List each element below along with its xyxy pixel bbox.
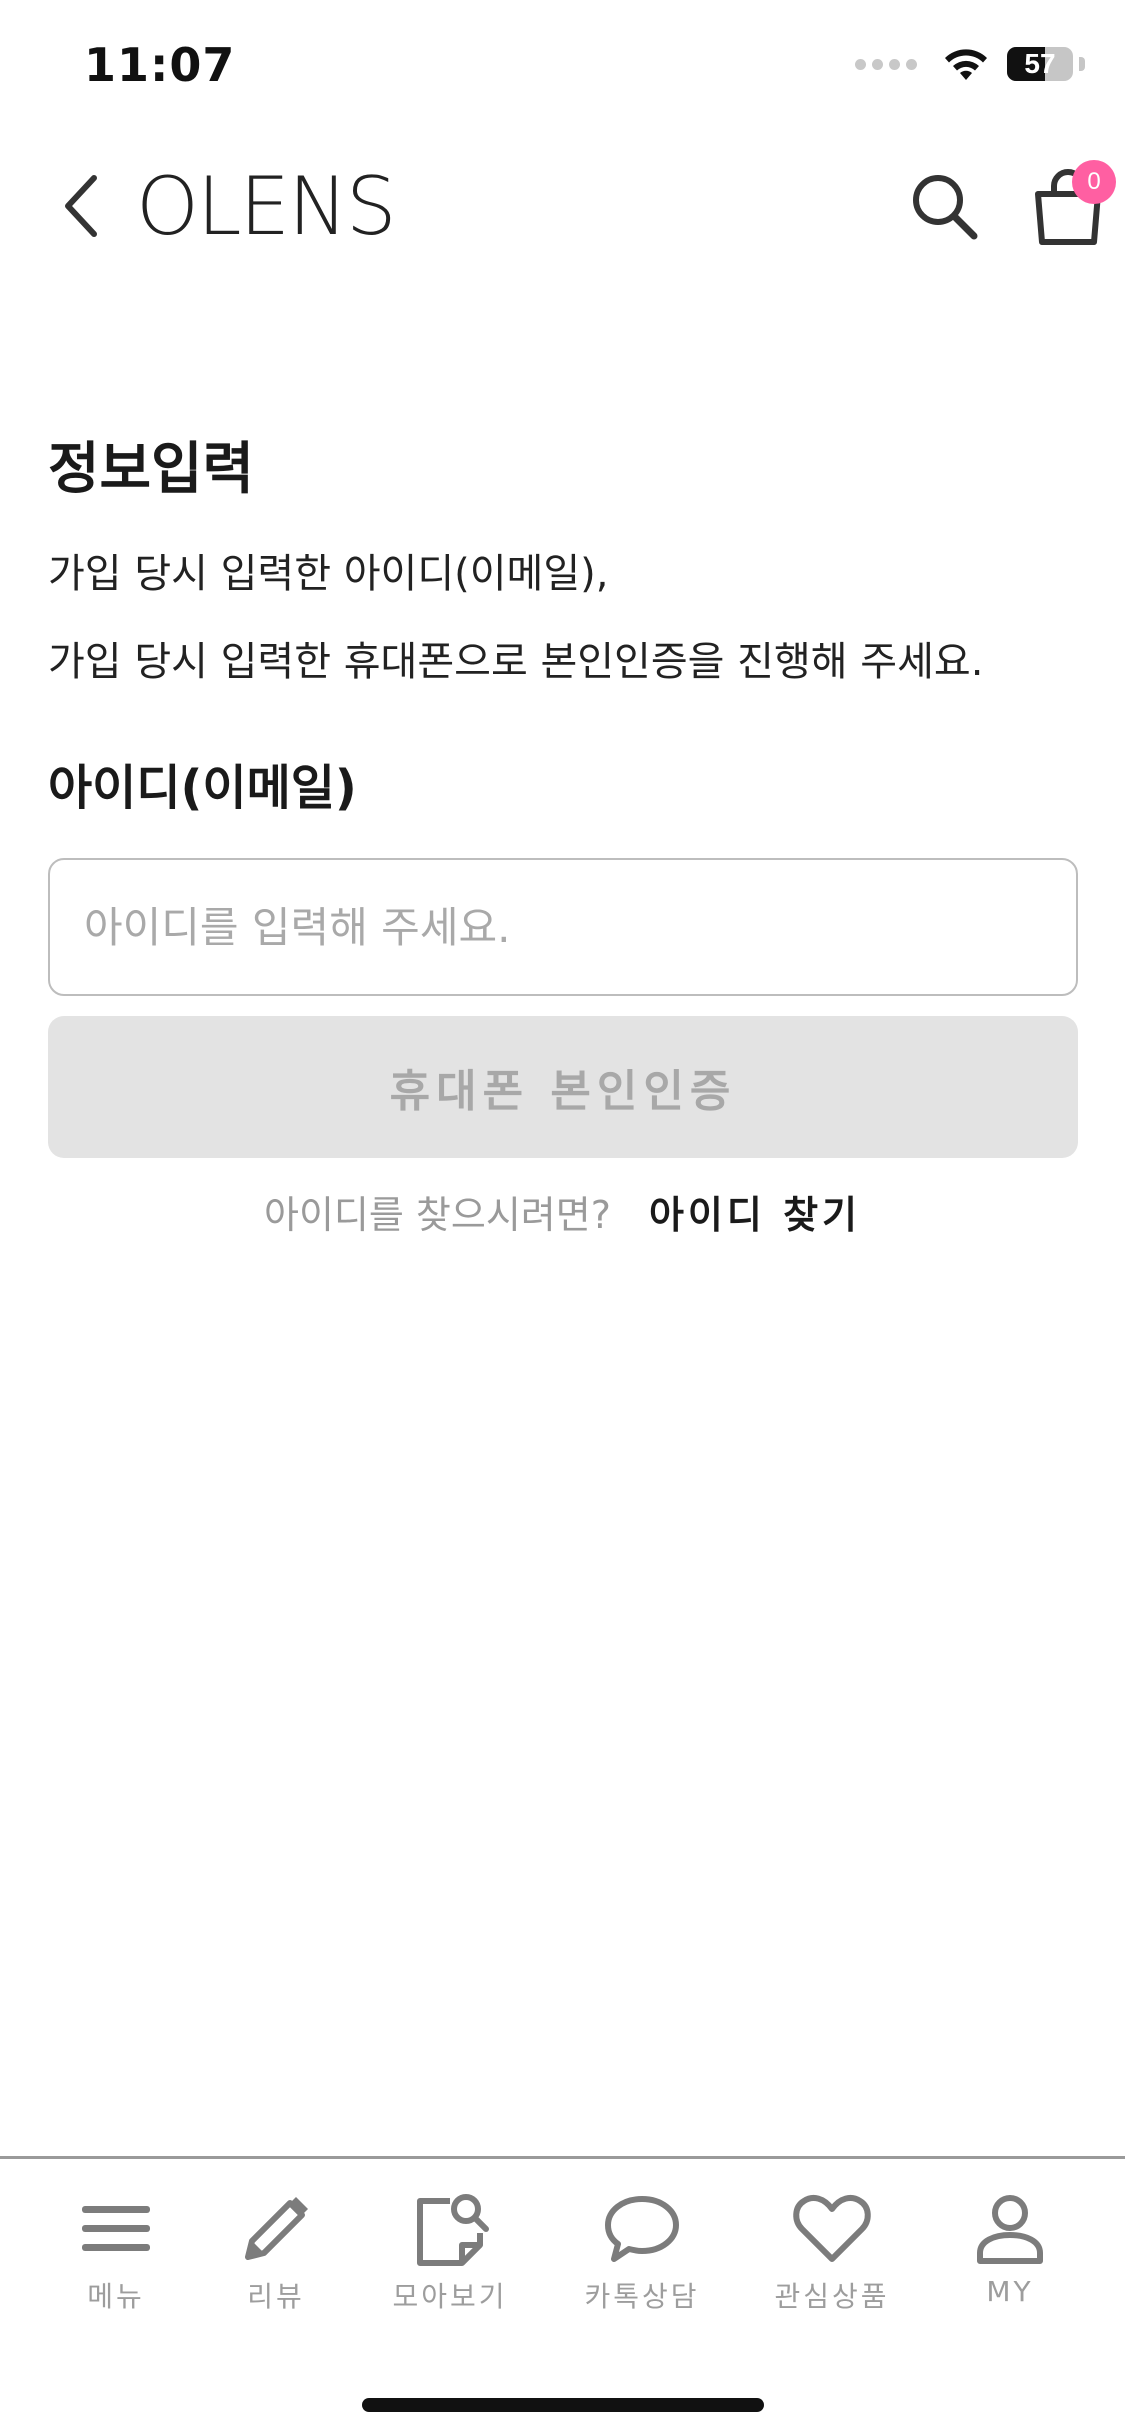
tab-my-label: MY [986,2275,1034,2308]
find-id-row: 아이디를 찾으시려면? 아이디 찾기 [0,1184,1125,1239]
page: 11:07 57 OLENS 0 정보입력 가입 당시 입력한 아이디(이메일)… [0,0,1125,2436]
home-indicator[interactable] [362,2398,764,2412]
person-icon [970,2189,1050,2269]
tab-wishlist[interactable]: 관심상품 [752,2189,912,2319]
tab-collection[interactable]: 모아보기 [370,2189,530,2319]
battery-icon: 57 [1007,47,1073,81]
app-header: OLENS [0,150,1125,260]
menu-icon [76,2189,156,2269]
instruction-line-2: 가입 당시 입력한 휴대폰으로 본인인증을 진행해 주세요. [48,639,984,685]
bottom-tab-bar: 메뉴 리뷰 모아보기 카톡상담 관심상품 MY [0,2156,1125,2329]
back-button[interactable] [48,168,112,244]
chevron-left-icon [65,175,97,237]
battery-cap [1079,57,1085,71]
id-field-label: 아이디(이메일) [48,760,357,816]
tab-menu[interactable]: 메뉴 [36,2189,196,2319]
tab-kakao-chat-label: 카톡상담 [584,2280,700,2313]
pencil-icon [236,2189,316,2269]
instruction-text: 가입 당시 입력한 아이디(이메일), 가입 당시 입력한 휴대폰으로 본인인증… [48,530,983,706]
chat-bubble-icon [602,2189,682,2269]
cart-count-badge: 0 [1072,160,1116,204]
tab-review-label: 리뷰 [247,2280,305,2313]
battery-level: 57 [1024,48,1056,79]
tab-wishlist-label: 관심상품 [774,2280,890,2313]
instruction-line-1: 가입 당시 입력한 아이디(이메일), [48,551,609,597]
phone-verification-button[interactable]: 휴대폰 본인인증 [48,1016,1078,1158]
heart-icon [792,2189,872,2269]
id-email-input[interactable] [48,858,1078,996]
cellular-signal-icon [855,58,917,70]
brand-logo[interactable]: OLENS [136,162,397,252]
tab-my[interactable]: MY [930,2189,1090,2319]
page-title: 정보입력 [48,437,255,502]
tab-kakao-chat[interactable]: 카톡상담 [562,2189,722,2319]
status-bar: 11:07 57 [0,0,1125,135]
collection-search-icon [410,2189,490,2269]
search-button[interactable] [906,168,982,244]
tab-menu-label: 메뉴 [87,2280,145,2313]
tab-collection-label: 모아보기 [392,2280,508,2313]
find-id-hint: 아이디를 찾으시려면? [263,1193,611,1237]
tab-review[interactable]: 리뷰 [196,2189,356,2319]
wifi-icon [945,49,987,80]
status-time: 11:07 [84,38,236,92]
find-id-link[interactable]: 아이디 찾기 [649,1193,861,1237]
status-indicators: 57 [855,46,1085,82]
search-icon [913,175,978,240]
